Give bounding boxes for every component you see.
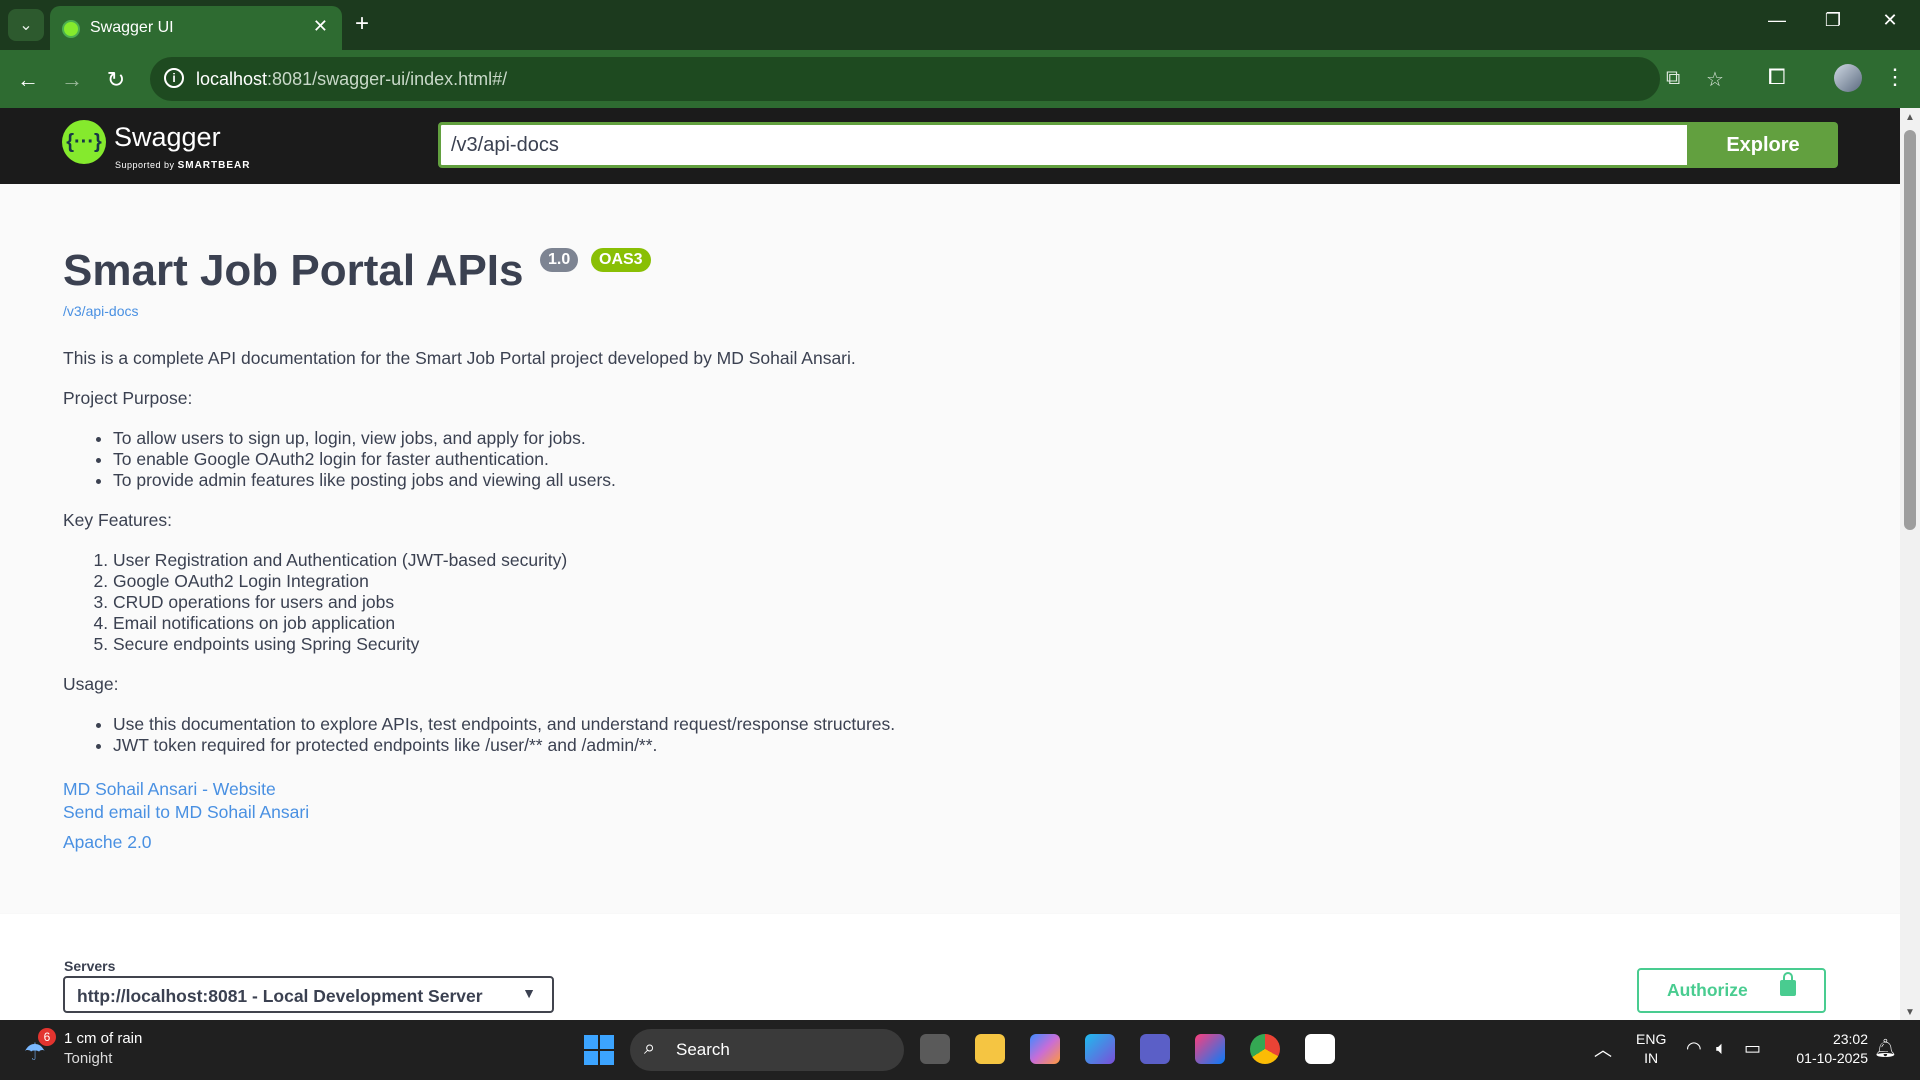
clock[interactable]: 23:02 01-10-2025	[1780, 1030, 1868, 1068]
version-badge: 1.0	[540, 248, 579, 272]
new-tab-icon[interactable]: +	[355, 10, 369, 38]
tab-close-icon[interactable]: ✕	[313, 16, 328, 37]
notifications-bell-icon[interactable]: 🔔︎	[1874, 1038, 1897, 1059]
menu-kebab-icon[interactable]: ⋮	[1884, 64, 1906, 90]
search-icon: ⌕	[644, 1037, 656, 1059]
weather-badge: 6	[38, 1028, 56, 1046]
browser-toolbar: ← → ↻ i localhost:8081/swagger-ui/index.…	[0, 50, 1920, 108]
chevron-down-icon: ▼	[522, 985, 536, 1001]
features-heading: Key Features:	[63, 510, 172, 530]
back-icon[interactable]: ←	[12, 64, 44, 96]
list-item: Google OAuth2 Login Integration	[113, 571, 1463, 592]
api-description: This is a complete API documentation for…	[63, 348, 1463, 775]
extensions-icon[interactable]: ⧠	[1768, 64, 1786, 90]
list-item: JWT token required for protected endpoin…	[113, 735, 1463, 756]
teams-icon[interactable]	[1140, 1034, 1170, 1064]
forward-icon[interactable]: →	[56, 64, 88, 96]
usage-list: Use this documentation to explore APIs, …	[113, 714, 1463, 756]
scrollbar-thumb[interactable]	[1904, 130, 1916, 530]
taskbar-search[interactable]: ⌕ Search	[630, 1029, 904, 1071]
volume-icon[interactable]: 🔈︎	[1716, 1038, 1727, 1059]
file-explorer-icon[interactable]	[975, 1034, 1005, 1064]
reload-icon[interactable]: ↻	[100, 64, 132, 96]
swagger-favicon-icon	[62, 20, 80, 38]
list-item: CRUD operations for users and jobs	[113, 592, 1463, 613]
restore-icon[interactable]: ❐	[1813, 10, 1853, 31]
copilot-icon[interactable]	[1030, 1034, 1060, 1064]
page-scrollbar[interactable]: ▲ ▼	[1900, 108, 1920, 1020]
swagger-logo-subtitle: Supported by SMARTBEAR	[115, 160, 251, 171]
features-list: User Registration and Authentication (JW…	[113, 550, 1463, 655]
profile-avatar[interactable]	[1834, 64, 1862, 92]
language-indicator[interactable]: ENG IN	[1636, 1030, 1666, 1068]
list-item: Secure endpoints using Spring Security	[113, 634, 1463, 655]
battery-icon[interactable]: ▭	[1744, 1038, 1761, 1059]
servers-label: Servers	[64, 958, 116, 974]
purpose-heading: Project Purpose:	[63, 388, 193, 408]
list-item: To provide admin features like posting j…	[113, 470, 1463, 491]
wifi-icon[interactable]: ◠	[1686, 1038, 1702, 1059]
browser-tabstrip: ⌄ Swagger UI ✕ + — ❐ ✕	[0, 0, 1920, 50]
server-selected-value: http://localhost:8081 - Local Developmen…	[77, 986, 483, 1006]
scroll-up-icon[interactable]: ▲	[1905, 112, 1915, 123]
list-item: Use this documentation to explore APIs, …	[113, 714, 1463, 735]
site-info-icon[interactable]: i	[164, 68, 184, 88]
api-info-section: Smart Job Portal APIs 1.0 OAS3 /v3/api-d…	[0, 184, 1900, 914]
list-item: User Registration and Authentication (JW…	[113, 550, 1463, 571]
tab-search-chevron-icon[interactable]: ⌄	[8, 9, 44, 41]
spec-url-input[interactable]	[438, 122, 1690, 168]
start-windows-icon[interactable]	[584, 1035, 614, 1065]
swagger-topbar: {···} Swagger Supported by SMARTBEAR Exp…	[0, 108, 1900, 184]
intellij-icon[interactable]	[1195, 1034, 1225, 1064]
window-close-icon[interactable]: ✕	[1870, 10, 1910, 31]
bookmark-star-icon[interactable]: ☆	[1706, 67, 1724, 92]
license-link[interactable]: Apache 2.0	[63, 832, 152, 853]
list-item: To enable Google OAuth2 login for faster…	[113, 449, 1463, 470]
m365-icon[interactable]	[1085, 1034, 1115, 1064]
list-item: Email notifications on job application	[113, 613, 1463, 634]
task-view-icon[interactable]	[920, 1034, 950, 1064]
email-link[interactable]: Send email to MD Sohail Ansari	[63, 802, 309, 823]
swagger-logo-text: Swagger	[114, 122, 221, 152]
api-title: Smart Job Portal APIs	[63, 246, 524, 295]
tab-title: Swagger UI	[90, 19, 174, 36]
tray-overflow-chevron-icon[interactable]: ︿	[1594, 1036, 1612, 1062]
authorize-button[interactable]: Authorize	[1637, 968, 1826, 1013]
browser-tab[interactable]: Swagger UI ✕	[50, 6, 342, 50]
usage-heading: Usage:	[63, 674, 119, 694]
authorize-label: Authorize	[1667, 980, 1748, 1000]
chrome-icon[interactable]	[1250, 1034, 1280, 1064]
explore-button[interactable]: Explore	[1688, 122, 1838, 168]
mongodb-icon[interactable]	[1305, 1034, 1335, 1064]
scroll-down-icon[interactable]: ▼	[1905, 1007, 1915, 1018]
minimize-icon[interactable]: —	[1757, 10, 1797, 31]
contact-links: MD Sohail Ansari - Website Send email to…	[63, 779, 309, 823]
taskbar-search-label: Search	[676, 1040, 730, 1059]
oas-badge: OAS3	[591, 248, 651, 272]
translate-icon[interactable]: ⧉	[1666, 67, 1680, 90]
address-bar[interactable]: i localhost:8081/swagger-ui/index.html#/…	[150, 57, 1724, 101]
intro-text: This is a complete API documentation for…	[63, 348, 856, 368]
address-url: localhost:8081/swagger-ui/index.html#/	[196, 69, 508, 89]
purpose-list: To allow users to sign up, login, view j…	[113, 428, 1463, 491]
weather-text[interactable]: 1 cm of rain	[64, 1030, 142, 1047]
windows-taskbar: ☂ 6 1 cm of rain Tonight ⌕ Search ︿ ENG …	[0, 1020, 1920, 1080]
list-item: To allow users to sign up, login, view j…	[113, 428, 1463, 449]
lock-icon	[1780, 972, 1796, 996]
api-docs-link[interactable]: /v3/api-docs	[63, 303, 138, 319]
swagger-logo-icon[interactable]: {···}	[62, 120, 106, 164]
server-select[interactable]: http://localhost:8081 - Local Developmen…	[63, 976, 554, 1013]
servers-section: Servers http://localhost:8081 - Local De…	[0, 914, 1900, 1020]
weather-subtext: Tonight	[64, 1050, 113, 1067]
website-link[interactable]: MD Sohail Ansari - Website	[63, 779, 309, 800]
